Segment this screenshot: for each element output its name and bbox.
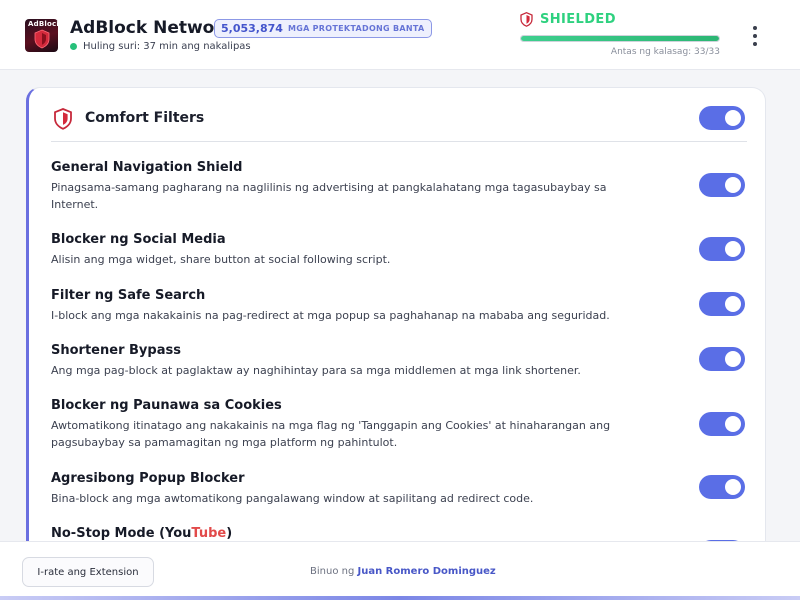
filter-description: Bina-block ang mga awtomatikong pangalaw… bbox=[51, 492, 534, 505]
filter-description: Ang mga pag-block at paglaktaw ay naghih… bbox=[51, 364, 581, 377]
filter-name: Filter ng Safe Search bbox=[51, 288, 206, 303]
author-link[interactable]: Juan Romero Dominguez bbox=[357, 566, 495, 577]
filter-name: Blocker ng Paunawa sa Cookies bbox=[51, 398, 282, 413]
protection-progress-bar bbox=[520, 35, 720, 42]
toggle-knob bbox=[725, 241, 741, 257]
toggle-safe-search[interactable] bbox=[699, 292, 745, 316]
filter-description: Awtomatikong itinatago ang nakakainis na… bbox=[51, 419, 611, 449]
built-by-credit: Binuo ng Juan Romero Dominguez bbox=[310, 566, 496, 577]
bottom-accent-bar bbox=[0, 596, 800, 600]
filter-item-no-stop-mode: No-Stop Mode (YouTube) bbox=[51, 525, 751, 542]
toggle-knob bbox=[725, 296, 741, 312]
toggle-knob bbox=[725, 351, 741, 367]
toggle-general-navigation-shield[interactable] bbox=[699, 173, 745, 197]
logo-text: AdBlock bbox=[28, 20, 58, 28]
app-header: AdBlock AdBlock Network 5,053,874 MGA PR… bbox=[0, 0, 800, 70]
toggle-aggressive-popup-blocker[interactable] bbox=[699, 475, 745, 499]
filter-item-cookie-notice-blocker: Blocker ng Paunawa sa Cookies Awtomatiko… bbox=[51, 397, 751, 451]
shield-status: SHIELDED bbox=[520, 12, 616, 27]
filter-item-general-navigation-shield: General Navigation Shield Pinagsama-sama… bbox=[51, 159, 751, 213]
rate-extension-button[interactable]: I-rate ang Extension bbox=[22, 557, 154, 587]
last-check-text: Huling suri: 37 min ang nakalipas bbox=[83, 41, 251, 52]
toggle-knob bbox=[725, 416, 741, 432]
protection-progress-fill bbox=[521, 36, 719, 41]
youtube-tube-text: Tube bbox=[191, 526, 227, 541]
shield-layer-count: Antas ng kalasag: 33/33 bbox=[610, 47, 720, 57]
filter-name: No-Stop Mode (YouTube) bbox=[51, 525, 751, 542]
filter-description: Pinagsama-samang pagharang na naglilinis… bbox=[51, 181, 607, 211]
blocked-counter-badge: 5,053,874 MGA PROTEKTADONG BANTA bbox=[214, 19, 432, 38]
menu-dot-icon bbox=[753, 42, 757, 46]
toggle-knob bbox=[725, 110, 741, 126]
toggle-shortener-bypass[interactable] bbox=[699, 347, 745, 371]
filter-item-aggressive-popup-blocker: Agresibong Popup Blocker Bina-block ang … bbox=[51, 470, 751, 507]
last-check-status: Huling suri: 37 min ang nakalipas bbox=[70, 41, 251, 52]
filter-description: I-block ang mga nakakainis na pag-redire… bbox=[51, 309, 610, 322]
filter-name-prefix: No-Stop Mode ( bbox=[51, 526, 166, 541]
built-by-prefix: Binuo ng bbox=[310, 566, 355, 577]
section-title: Comfort Filters bbox=[85, 110, 205, 126]
filter-name: Blocker ng Social Media bbox=[51, 232, 226, 247]
toggle-knob bbox=[725, 177, 741, 193]
blocked-count-label: MGA PROTEKTADONG BANTA bbox=[287, 24, 425, 33]
filter-item-shortener-bypass: Shortener Bypass Ang mga pag-block at pa… bbox=[51, 342, 751, 379]
filter-name: General Navigation Shield bbox=[51, 160, 243, 175]
toggle-knob bbox=[725, 479, 741, 495]
youtube-you-text: You bbox=[165, 526, 192, 541]
toggle-social-media-blocker[interactable] bbox=[699, 237, 745, 261]
logo-shield-icon bbox=[34, 29, 50, 49]
filter-item-safe-search: Filter ng Safe Search I-block ang mga na… bbox=[51, 287, 751, 324]
card-header: Comfort Filters bbox=[51, 106, 747, 142]
filter-item-social-media-blocker: Blocker ng Social Media Alisin ang mga w… bbox=[51, 231, 751, 268]
comfort-filters-card: Comfort Filters General Navigation Shiel… bbox=[26, 87, 766, 557]
app-footer: I-rate ang Extension Binuo ng Juan Romer… bbox=[0, 541, 800, 600]
section-shield-icon bbox=[54, 108, 72, 130]
toggle-cookie-notice-blocker[interactable] bbox=[699, 412, 745, 436]
filter-description: Alisin ang mga widget, share button at s… bbox=[51, 253, 391, 266]
status-dot-icon bbox=[70, 43, 77, 50]
more-options-button[interactable] bbox=[744, 24, 766, 48]
app-title: AdBlock Network bbox=[70, 18, 235, 38]
filter-name: Agresibong Popup Blocker bbox=[51, 471, 245, 486]
shield-status-text: SHIELDED bbox=[540, 12, 616, 27]
blocked-count: 5,053,874 bbox=[221, 22, 283, 35]
menu-dot-icon bbox=[753, 34, 757, 38]
app-logo: AdBlock bbox=[25, 19, 58, 52]
section-master-toggle[interactable] bbox=[699, 106, 745, 130]
filter-name: Shortener Bypass bbox=[51, 343, 181, 358]
shield-icon bbox=[520, 12, 533, 27]
menu-dot-icon bbox=[753, 26, 757, 30]
filter-name-suffix: ) bbox=[226, 526, 233, 541]
